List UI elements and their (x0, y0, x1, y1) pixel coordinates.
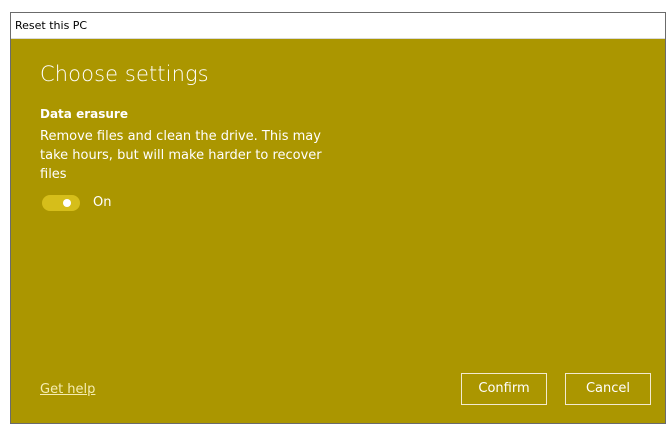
reset-pc-dialog: Reset this PC Choose settings Data erasu… (10, 12, 666, 424)
toggle-state-label: On (93, 195, 112, 210)
page-title: Choose settings (40, 62, 209, 86)
data-erasure-toggle[interactable] (42, 195, 80, 211)
section-title-data-erasure: Data erasure (40, 107, 128, 121)
title-bar: Reset this PC (11, 13, 665, 39)
get-help-link[interactable]: Get help (40, 382, 95, 397)
toggle-knob-icon (63, 199, 71, 207)
window-title: Reset this PC (15, 19, 88, 32)
section-description: Remove files and clean the drive. This m… (40, 129, 322, 182)
cancel-button[interactable]: Cancel (565, 373, 651, 405)
background-strip (0, 0, 10, 424)
confirm-button[interactable]: Confirm (461, 373, 547, 405)
